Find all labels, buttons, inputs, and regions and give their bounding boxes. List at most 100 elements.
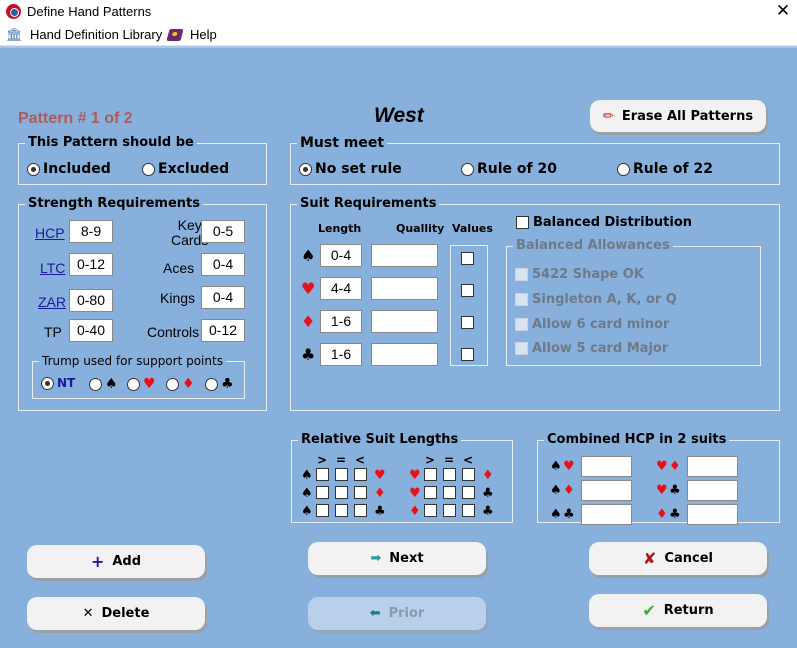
radio-trump-hearts[interactable]: ♥	[127, 376, 156, 392]
combined-hcp-group: Combined HCP in 2 suits ♠ ♥ ♠ ♦ ♠ ♣ ♥ ♦ ♥ ♣ ♦ ♣	[537, 432, 780, 525]
menu-item-hand-definition-library[interactable]: 🏛 Hand Definition Library	[6, 27, 162, 42]
club-icon: ♣	[374, 504, 386, 519]
radio-included[interactable]: Included	[27, 161, 111, 177]
diamond-values-checkbox[interactable]	[461, 316, 474, 329]
heart-length-input[interactable]: 4-4	[320, 277, 362, 300]
combined-hcp-input[interactable]	[687, 480, 738, 501]
spade-quality-input[interactable]	[371, 244, 438, 267]
ltc-link[interactable]: LTC	[40, 260, 65, 276]
ltc-input[interactable]: 0-12	[69, 253, 113, 276]
radio-trump-nt[interactable]: NT	[41, 376, 75, 390]
eraser-icon: ✏	[602, 108, 614, 124]
radio-trump-diamonds[interactable]: ♦	[166, 376, 195, 392]
relative-length-checkbox[interactable]	[443, 468, 456, 481]
library-icon: 🏛	[6, 26, 23, 42]
relative-length-checkbox[interactable]	[424, 504, 437, 517]
key-cards-input[interactable]: 0-5	[201, 220, 245, 243]
diamond-icon: ♦	[482, 468, 494, 483]
combined-hcp-input[interactable]	[581, 504, 632, 525]
relative-length-checkbox[interactable]	[316, 468, 329, 481]
radio-button[interactable]	[166, 377, 179, 391]
diamond-length-input[interactable]: 1-6	[320, 310, 362, 333]
radio-trump-clubs[interactable]: ♣	[205, 376, 234, 392]
combined-hcp-input[interactable]	[581, 480, 632, 501]
x-icon: ✕	[82, 606, 94, 621]
spade-length-input[interactable]: 0-4	[320, 244, 362, 267]
combined-hcp-input[interactable]	[687, 504, 738, 525]
group-title: Relative Suit Lengths	[298, 432, 462, 448]
prior-button[interactable]: ⬅ Prior	[308, 597, 486, 630]
radio-button[interactable]	[461, 162, 474, 176]
heart-quality-input[interactable]	[371, 277, 438, 300]
radio-rule-of-20[interactable]: Rule of 20	[461, 161, 557, 177]
radio-button[interactable]	[205, 377, 218, 391]
diamond-icon: ♦	[374, 486, 386, 501]
aces-input[interactable]: 0-4	[201, 253, 245, 276]
relative-length-checkbox[interactable]	[335, 468, 348, 481]
club-values-checkbox[interactable]	[461, 348, 474, 361]
button-label: Prior	[388, 606, 425, 621]
5422-shape-checkbox[interactable]	[515, 268, 528, 281]
relative-length-checkbox[interactable]	[443, 504, 456, 517]
delete-button[interactable]: ✕ Delete	[27, 597, 205, 630]
relative-length-checkbox[interactable]	[316, 486, 329, 499]
combined-hcp-input[interactable]	[687, 456, 738, 477]
relative-length-checkbox[interactable]	[354, 504, 367, 517]
return-button[interactable]: ✔ Return	[589, 594, 767, 627]
cancel-button[interactable]: ✘ Cancel	[589, 542, 767, 575]
controls-input[interactable]: 0-12	[201, 319, 245, 342]
erase-all-patterns-button[interactable]: ✏ Erase All Patterns	[590, 100, 766, 132]
radio-button[interactable]	[142, 162, 155, 176]
radio-button[interactable]	[299, 162, 312, 176]
radio-no-set-rule[interactable]: No set rule	[299, 161, 402, 177]
menu-item-help[interactable]: Help	[166, 27, 217, 42]
relative-length-checkbox[interactable]	[335, 486, 348, 499]
diamond-quality-input[interactable]	[371, 310, 438, 333]
tp-input[interactable]: 0-40	[69, 319, 113, 342]
relative-length-checkbox[interactable]	[424, 486, 437, 499]
radio-button[interactable]	[89, 377, 102, 391]
relative-length-checkbox[interactable]	[462, 486, 475, 499]
6-card-minor-checkbox[interactable]	[515, 318, 528, 331]
spade-values-checkbox[interactable]	[461, 252, 474, 265]
relative-length-checkbox[interactable]	[462, 468, 475, 481]
radio-button[interactable]	[27, 162, 40, 176]
radio-button[interactable]	[127, 377, 140, 391]
radio-button[interactable]	[617, 162, 630, 176]
heart-values-checkbox[interactable]	[461, 284, 474, 297]
button-label: Next	[389, 551, 424, 566]
strength-requirements-group: Strength Requirements HCP 8-9 LTC 0-12 Z…	[18, 196, 267, 411]
close-icon[interactable]: ✕	[772, 2, 794, 22]
menu-item-label: Help	[190, 27, 217, 42]
relative-length-checkbox[interactable]	[335, 504, 348, 517]
hcp-link[interactable]: HCP	[35, 225, 65, 241]
relative-length-checkbox[interactable]	[316, 504, 329, 517]
balanced-distribution-checkbox[interactable]	[516, 216, 529, 229]
club-quality-input[interactable]	[371, 343, 438, 366]
next-button[interactable]: ➡ Next	[308, 542, 486, 575]
radio-excluded[interactable]: Excluded	[142, 161, 229, 177]
5-card-major-checkbox[interactable]	[515, 342, 528, 355]
spade-icon: ♠	[301, 504, 313, 519]
relative-length-checkbox[interactable]	[354, 468, 367, 481]
club-length-input[interactable]: 1-6	[320, 343, 362, 366]
suit-requirements-group: Suit Requirements Length Quallity Values…	[290, 196, 780, 411]
right-arrow-icon: ➡	[370, 551, 382, 566]
radio-button[interactable]	[41, 376, 54, 390]
zar-input[interactable]: 0-80	[69, 289, 113, 312]
singleton-checkbox[interactable]	[515, 293, 528, 306]
relative-length-checkbox[interactable]	[424, 468, 437, 481]
add-button[interactable]: + Add	[27, 545, 205, 578]
relative-length-checkbox[interactable]	[443, 486, 456, 499]
relative-length-checkbox[interactable]	[354, 486, 367, 499]
radio-trump-spades[interactable]: ♠	[89, 376, 118, 392]
kings-input[interactable]: 0-4	[201, 286, 245, 309]
relative-suit-lengths-group: Relative Suit Lengths > = < ♠ ♥ ♠ ♦ ♠ ♣ > = < ♥ ♦ ♥ ♣ ♦ ♣	[291, 432, 513, 523]
club-icon: ♣	[563, 507, 575, 522]
hcp-input[interactable]: 8-9	[69, 220, 113, 243]
relative-length-checkbox[interactable]	[462, 504, 475, 517]
combined-hcp-input[interactable]	[581, 456, 632, 477]
tp-label: TP	[44, 324, 62, 340]
zar-link[interactable]: ZAR	[38, 294, 66, 310]
radio-rule-of-22[interactable]: Rule of 22	[617, 161, 713, 177]
